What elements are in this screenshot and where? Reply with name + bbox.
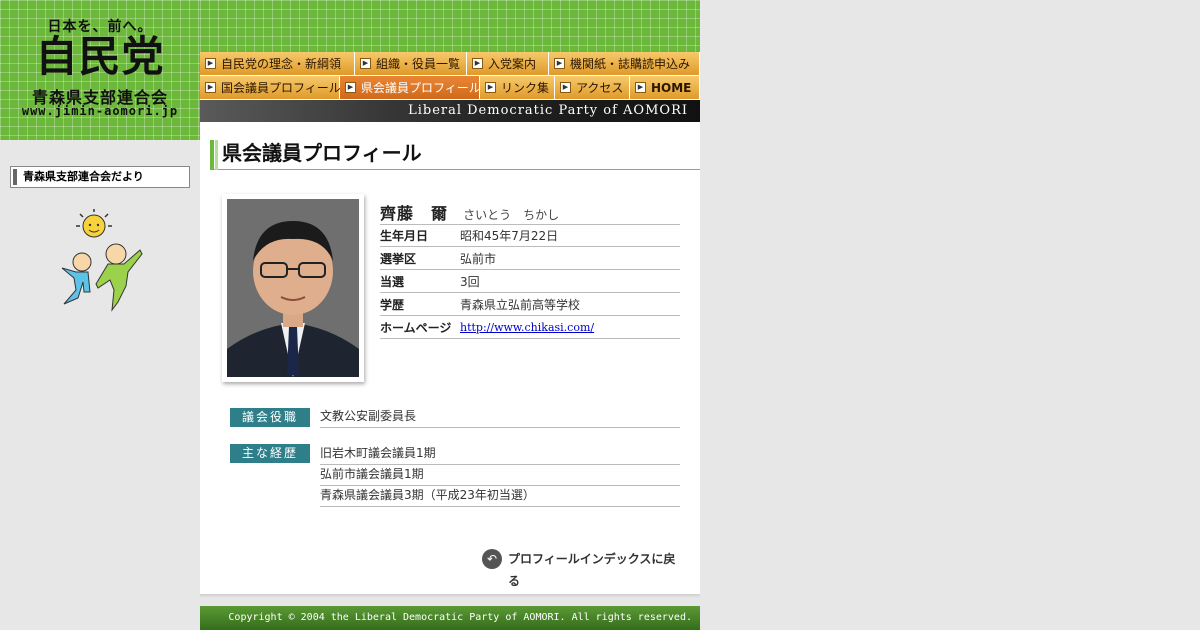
nav-national-profiles[interactable]: ▶ 国会議員プロフィール	[200, 76, 341, 100]
row-value: 昭和45年7月22日	[460, 224, 680, 247]
footer-copyright: Copyright © 2004 the Liberal Democratic …	[200, 606, 700, 630]
arrow-icon: ▶	[560, 82, 571, 93]
homepage-link[interactable]: http://www.chikasi.com/	[460, 321, 594, 334]
logo-url: www.jimin-aomori.jp	[21, 104, 179, 118]
member-photo	[222, 194, 364, 382]
member-name-kana: さいとう ちかし	[463, 208, 560, 222]
career-label: 主な経歴	[230, 444, 310, 463]
nav-label: 自民党の理念・新綱領	[221, 57, 342, 71]
header-pattern	[200, 0, 700, 52]
logo-party-name: 自民党	[35, 32, 165, 81]
council-role-label: 議会役職	[230, 408, 310, 427]
back-to-index-link[interactable]: ↶ プロフィールインデックスに戻る	[482, 548, 678, 588]
row-value: 3回	[460, 269, 680, 293]
arrow-icon: ▶	[345, 82, 356, 93]
row-value: 青森県立弘前高等学校	[460, 292, 680, 316]
green-figure-icon	[95, 243, 143, 312]
table-row: 学歴 青森県立弘前高等学校	[380, 292, 680, 316]
arrow-icon: ▶	[635, 82, 646, 93]
sun-icon	[76, 209, 112, 238]
nav-row-secondary: ▶ 国会議員プロフィール ▶ 県会議員プロフィール ▶ リンク集 ▶ アクセス …	[200, 76, 700, 100]
english-banner: Liberal Democratic Party of AOMORI	[200, 100, 700, 122]
member-name-row: 齊藤 爾 さいとう ちかし	[380, 200, 680, 225]
nav-label: HOME	[651, 80, 692, 95]
career-item: 旧岩木町議会議員1期	[320, 443, 680, 465]
mascot-illustration	[61, 209, 143, 312]
member-name: 齊藤 爾	[380, 204, 449, 223]
main-content: 県会議員プロフィール 齊藤 爾 さいとう ちかし 生年月日 昭和45年7月22日…	[200, 122, 700, 594]
member-portrait-image	[227, 199, 359, 377]
nav-row-primary: ▶ 自民党の理念・新綱領 ▶ 組織・役員一覧 ▶ 入党案内 ▶ 機関紙・誌購読申…	[200, 52, 700, 76]
career-item: 青森県議会議員3期（平成23年初当選）	[320, 485, 680, 507]
nav-label: リンク集	[501, 81, 550, 95]
row-label: ホームページ	[380, 315, 460, 339]
row-value: 弘前市	[460, 246, 680, 270]
nav-label: 国会議員プロフィール	[221, 81, 341, 95]
nav-home[interactable]: ▶ HOME	[630, 76, 700, 100]
nav-label: 県会議員プロフィール	[361, 81, 481, 95]
arrow-icon: ▶	[554, 58, 565, 69]
nav-label: アクセス	[576, 81, 624, 95]
member-info-table: 生年月日 昭和45年7月22日 選挙区 弘前市 当選 3回 学歴 青森県立弘前高…	[380, 224, 680, 339]
nav-label: 組織・役員一覧	[376, 57, 461, 71]
row-label: 選挙区	[380, 246, 460, 270]
career-item: 弘前市議会議員1期	[320, 464, 680, 486]
row-value: http://www.chikasi.com/	[460, 315, 680, 339]
nav-prefectural-profiles[interactable]: ▶ 県会議員プロフィール	[340, 76, 481, 100]
table-row: ホームページ http://www.chikasi.com/	[380, 315, 680, 339]
nav-organization[interactable]: ▶ 組織・役員一覧	[355, 52, 467, 76]
arrow-icon: ▶	[360, 58, 371, 69]
arrow-icon: ▶	[205, 58, 216, 69]
row-label: 当選	[380, 269, 460, 293]
page-title: 県会議員プロフィール	[210, 140, 700, 170]
nav-subscription[interactable]: ▶ 機関紙・誌購読申込み	[549, 52, 700, 76]
site-logo[interactable]: 日本を、前へ。 自民党 青森県支部連合会 www.jimin-aomori.jp	[0, 0, 200, 140]
table-row: 当選 3回	[380, 269, 680, 293]
row-label: 学歴	[380, 292, 460, 316]
council-role-item: 文教公安副委員長	[320, 406, 680, 428]
row-label: 生年月日	[380, 224, 460, 247]
nav-label: 入党案内	[488, 57, 537, 71]
blue-figure-icon	[61, 252, 92, 305]
nav-label: 機関紙・誌購読申込み	[570, 57, 691, 71]
table-row: 生年月日 昭和45年7月22日	[380, 224, 680, 247]
back-arrow-icon: ↶	[482, 549, 502, 569]
back-link-label: プロフィールインデックスに戻る	[508, 552, 676, 588]
nav-links[interactable]: ▶ リンク集	[480, 76, 555, 100]
arrow-icon: ▶	[205, 82, 216, 93]
sidebar-newsletter-link[interactable]: 青森県支部連合会だより	[10, 166, 190, 188]
arrow-icon: ▶	[472, 58, 483, 69]
nav-philosophy[interactable]: ▶ 自民党の理念・新綱領	[200, 52, 355, 76]
nav-access[interactable]: ▶ アクセス	[555, 76, 630, 100]
arrow-icon: ▶	[485, 82, 496, 93]
table-row: 選挙区 弘前市	[380, 246, 680, 270]
content-shadow	[200, 594, 700, 598]
nav-membership[interactable]: ▶ 入党案内	[467, 52, 549, 76]
